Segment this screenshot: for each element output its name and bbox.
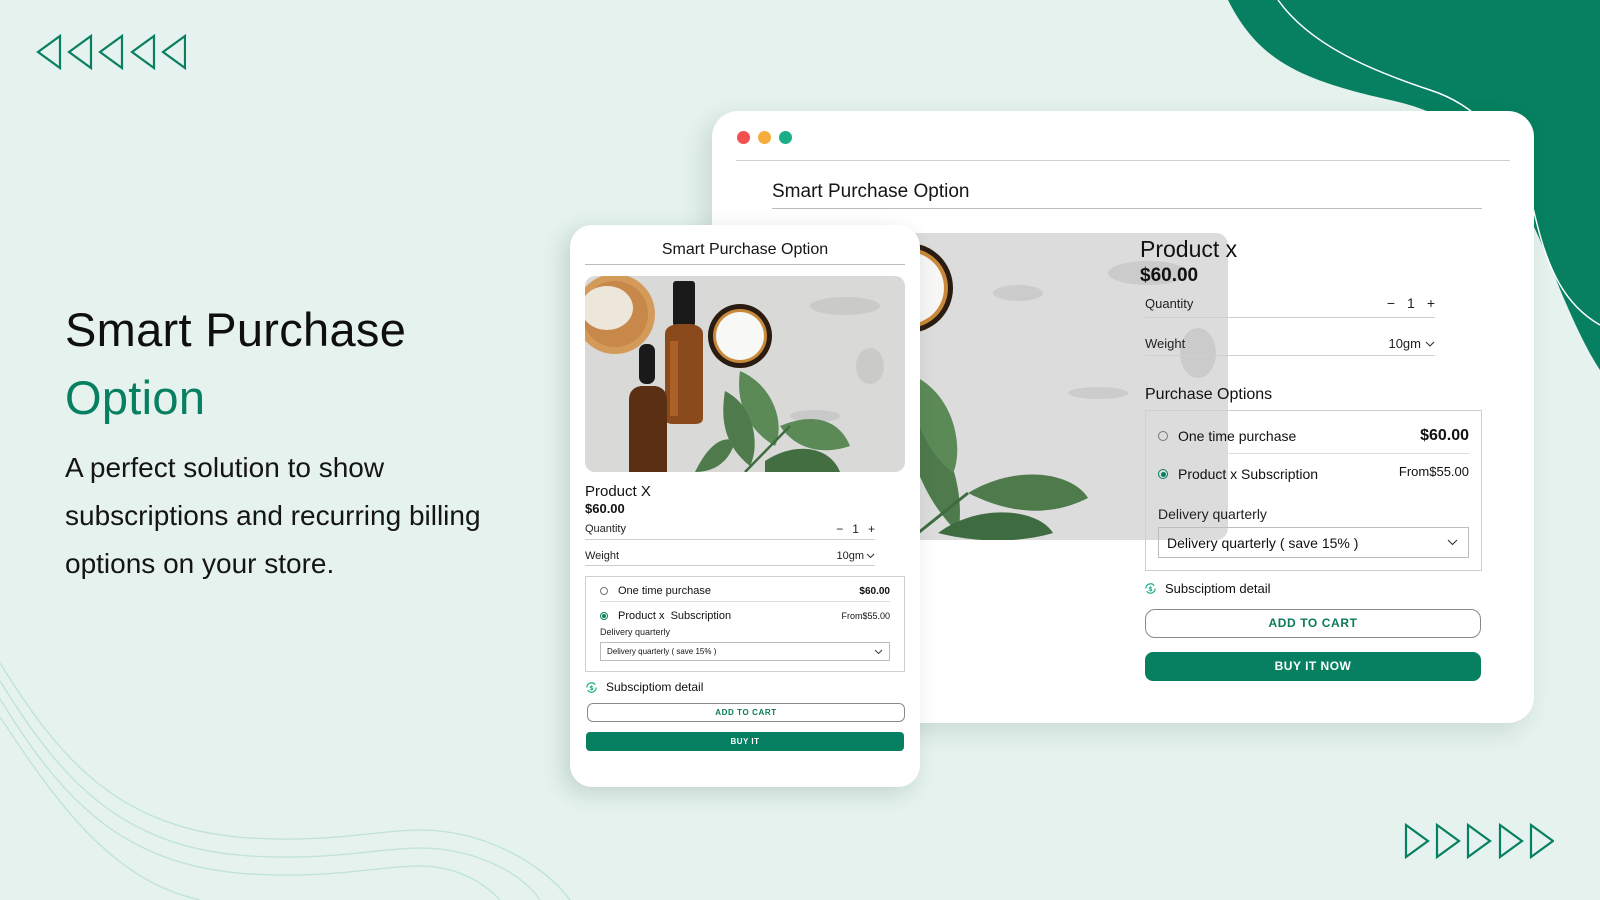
add-to-cart-button[interactable]: ADD TO CART <box>1145 609 1481 638</box>
triangle-left-icon <box>130 34 156 70</box>
weight-select[interactable]: 10gm <box>836 550 875 562</box>
option-one-time[interactable]: One time purchase $60.00 <box>600 579 890 602</box>
chevron-down-icon <box>1447 539 1458 546</box>
option-price: From$55.00 <box>841 611 890 621</box>
hero-section: Smart Purchase Option A perfect solution… <box>65 296 495 588</box>
option-price: $60.00 <box>1420 427 1469 444</box>
product-price: $60.00 <box>585 501 625 516</box>
quantity-value[interactable]: 1 <box>1407 295 1415 311</box>
triangle-right-icon <box>1529 823 1554 859</box>
toolbar-divider <box>736 160 1510 161</box>
svg-text:$: $ <box>589 683 594 691</box>
triangle-left-icon <box>36 34 62 70</box>
minimize-dot-icon[interactable] <box>758 131 771 144</box>
quantity-row: Quantity − 1 + <box>585 522 875 540</box>
delivery-frequency-select[interactable]: Delivery quarterly ( save 15% ) <box>1158 527 1469 558</box>
left-arrows-decoration <box>36 34 186 70</box>
quantity-stepper[interactable]: − 1 + <box>836 522 875 536</box>
product-price: $60.00 <box>1140 265 1199 286</box>
option-subscription[interactable]: Product x Subscription From$55.00 <box>600 602 890 622</box>
wave-lines <box>0 662 571 900</box>
weight-value[interactable]: 10gm <box>1388 336 1421 351</box>
minus-icon[interactable]: − <box>1387 295 1395 311</box>
mobile-card: Smart Purchase Option Product X $60.00 Q… <box>570 225 920 787</box>
weight-value[interactable]: 10gm <box>836 550 864 562</box>
delivery-label: Delivery quarterly <box>600 627 671 637</box>
subscription-detail-text: Subsciptiom detail <box>1165 581 1271 596</box>
recurring-dollar-icon: $ <box>586 681 597 693</box>
delivery-label: Delivery quarterly <box>1158 506 1267 522</box>
option-price: From$55.00 <box>1398 464 1469 479</box>
subscription-detail-text: Subsciptiom detail <box>606 680 704 694</box>
recurring-dollar-icon: $ <box>1145 583 1156 594</box>
quantity-stepper[interactable]: − 1 + <box>1387 295 1435 311</box>
quantity-label: Quantity <box>1145 295 1194 311</box>
delivery-select-value: Delivery quarterly ( save 15% ) <box>607 647 717 656</box>
hero-title: Smart Purchase Option <box>65 296 495 432</box>
option-subscription[interactable]: Product x Subscription From$55.00 <box>1158 454 1469 482</box>
option-label: One time purchase <box>618 585 711 597</box>
close-dot-icon[interactable] <box>737 131 750 144</box>
product-info: Product X $60.00 Quantity − 1 + Weight 1… <box>585 483 905 751</box>
weight-row: Weight 10gm <box>585 550 875 566</box>
weight-label: Weight <box>585 550 620 562</box>
option-label: One time purchase <box>1178 428 1297 444</box>
hero-title-line1: Smart Purchase <box>65 303 407 356</box>
weight-label: Weight <box>1145 336 1186 351</box>
quantity-label: Quantity <box>585 523 626 535</box>
product-photo-illustration <box>585 276 905 472</box>
minus-icon[interactable]: − <box>836 522 843 536</box>
purchase-options-box: One time purchase $60.00 Product x Subsc… <box>585 576 905 672</box>
hero-description: A perfect solution to show subscriptions… <box>65 452 481 579</box>
weight-select[interactable]: 10gm <box>1388 336 1435 351</box>
triangle-left-icon <box>161 34 186 70</box>
add-to-cart-button[interactable]: ADD TO CART <box>587 703 905 722</box>
triangle-left-icon <box>67 34 93 70</box>
maximize-dot-icon[interactable] <box>779 131 792 144</box>
subscription-detail-link[interactable]: $ Subsciptiom detail <box>585 680 905 694</box>
title-divider <box>772 208 1482 209</box>
plus-icon[interactable]: + <box>1427 295 1435 311</box>
plus-icon[interactable]: + <box>868 522 875 536</box>
option-one-time[interactable]: One time purchase $60.00 <box>1158 417 1469 454</box>
purchase-options-box: One time purchase $60.00 Product x Subsc… <box>1145 410 1482 571</box>
triangle-right-icon <box>1404 823 1430 859</box>
cream-jar <box>708 304 772 368</box>
quantity-value[interactable]: 1 <box>852 522 859 536</box>
subscription-detail-link[interactable]: $ Subsciptiom detail <box>1144 581 1500 596</box>
buy-it-now-button[interactable]: BUY IT NOW <box>1145 652 1481 681</box>
product-image <box>585 276 905 472</box>
radio-button[interactable] <box>600 587 608 595</box>
triangle-right-icon <box>1466 823 1492 859</box>
product-name: Product X <box>585 483 651 500</box>
quantity-row: Quantity − 1 + <box>1145 295 1435 318</box>
chevron-down-icon <box>874 649 883 654</box>
radio-button-selected[interactable] <box>600 612 608 620</box>
hero-title-accent: Option <box>65 371 206 424</box>
title-divider <box>585 264 905 265</box>
svg-text:$: $ <box>1148 585 1153 593</box>
mobile-page-title: Smart Purchase Option <box>661 241 829 258</box>
delivery-select-value: Delivery quarterly ( save 15% ) <box>1167 534 1359 551</box>
triangle-left-icon <box>98 34 124 70</box>
triangle-right-icon <box>1498 823 1524 859</box>
triangle-right-icons <box>1404 823 1554 859</box>
option-label: Product x Subscription <box>1178 466 1319 482</box>
triangle-right-icon <box>1435 823 1461 859</box>
option-label: Product x Subscription <box>618 610 732 622</box>
radio-button-selected[interactable] <box>1158 469 1168 479</box>
desktop-page-title: Smart Purchase Option <box>772 181 970 202</box>
triangle-left-icons <box>36 34 186 70</box>
chevron-down-icon <box>866 553 875 559</box>
product-info: Product x $60.00 Quantity − 1 + Weight 1… <box>1140 236 1500 681</box>
option-price: $60.00 <box>859 585 890 597</box>
radio-button[interactable] <box>1158 431 1168 441</box>
delivery-frequency-select[interactable]: Delivery quarterly ( save 15% ) <box>600 642 890 661</box>
buy-it-button[interactable]: BUY IT <box>586 732 904 751</box>
product-name: Product x <box>1140 236 1238 262</box>
chevron-down-icon <box>1425 341 1435 347</box>
window-controls <box>737 131 792 144</box>
weight-row: Weight 10gm <box>1145 336 1435 356</box>
purchase-options-title: Purchase Options <box>1145 386 1273 403</box>
